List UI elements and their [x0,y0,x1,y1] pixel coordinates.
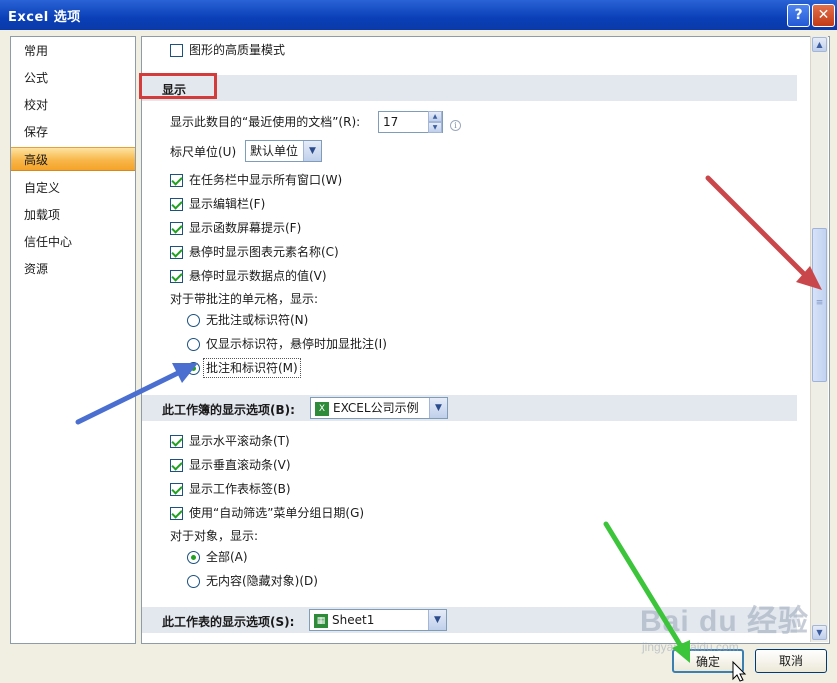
annotation-arrows [75,175,822,682]
blue-arrow-line [75,369,183,425]
mouse-cursor-icon [732,660,747,682]
red-arrow-line [705,175,811,281]
green-arrow-line [603,521,685,651]
